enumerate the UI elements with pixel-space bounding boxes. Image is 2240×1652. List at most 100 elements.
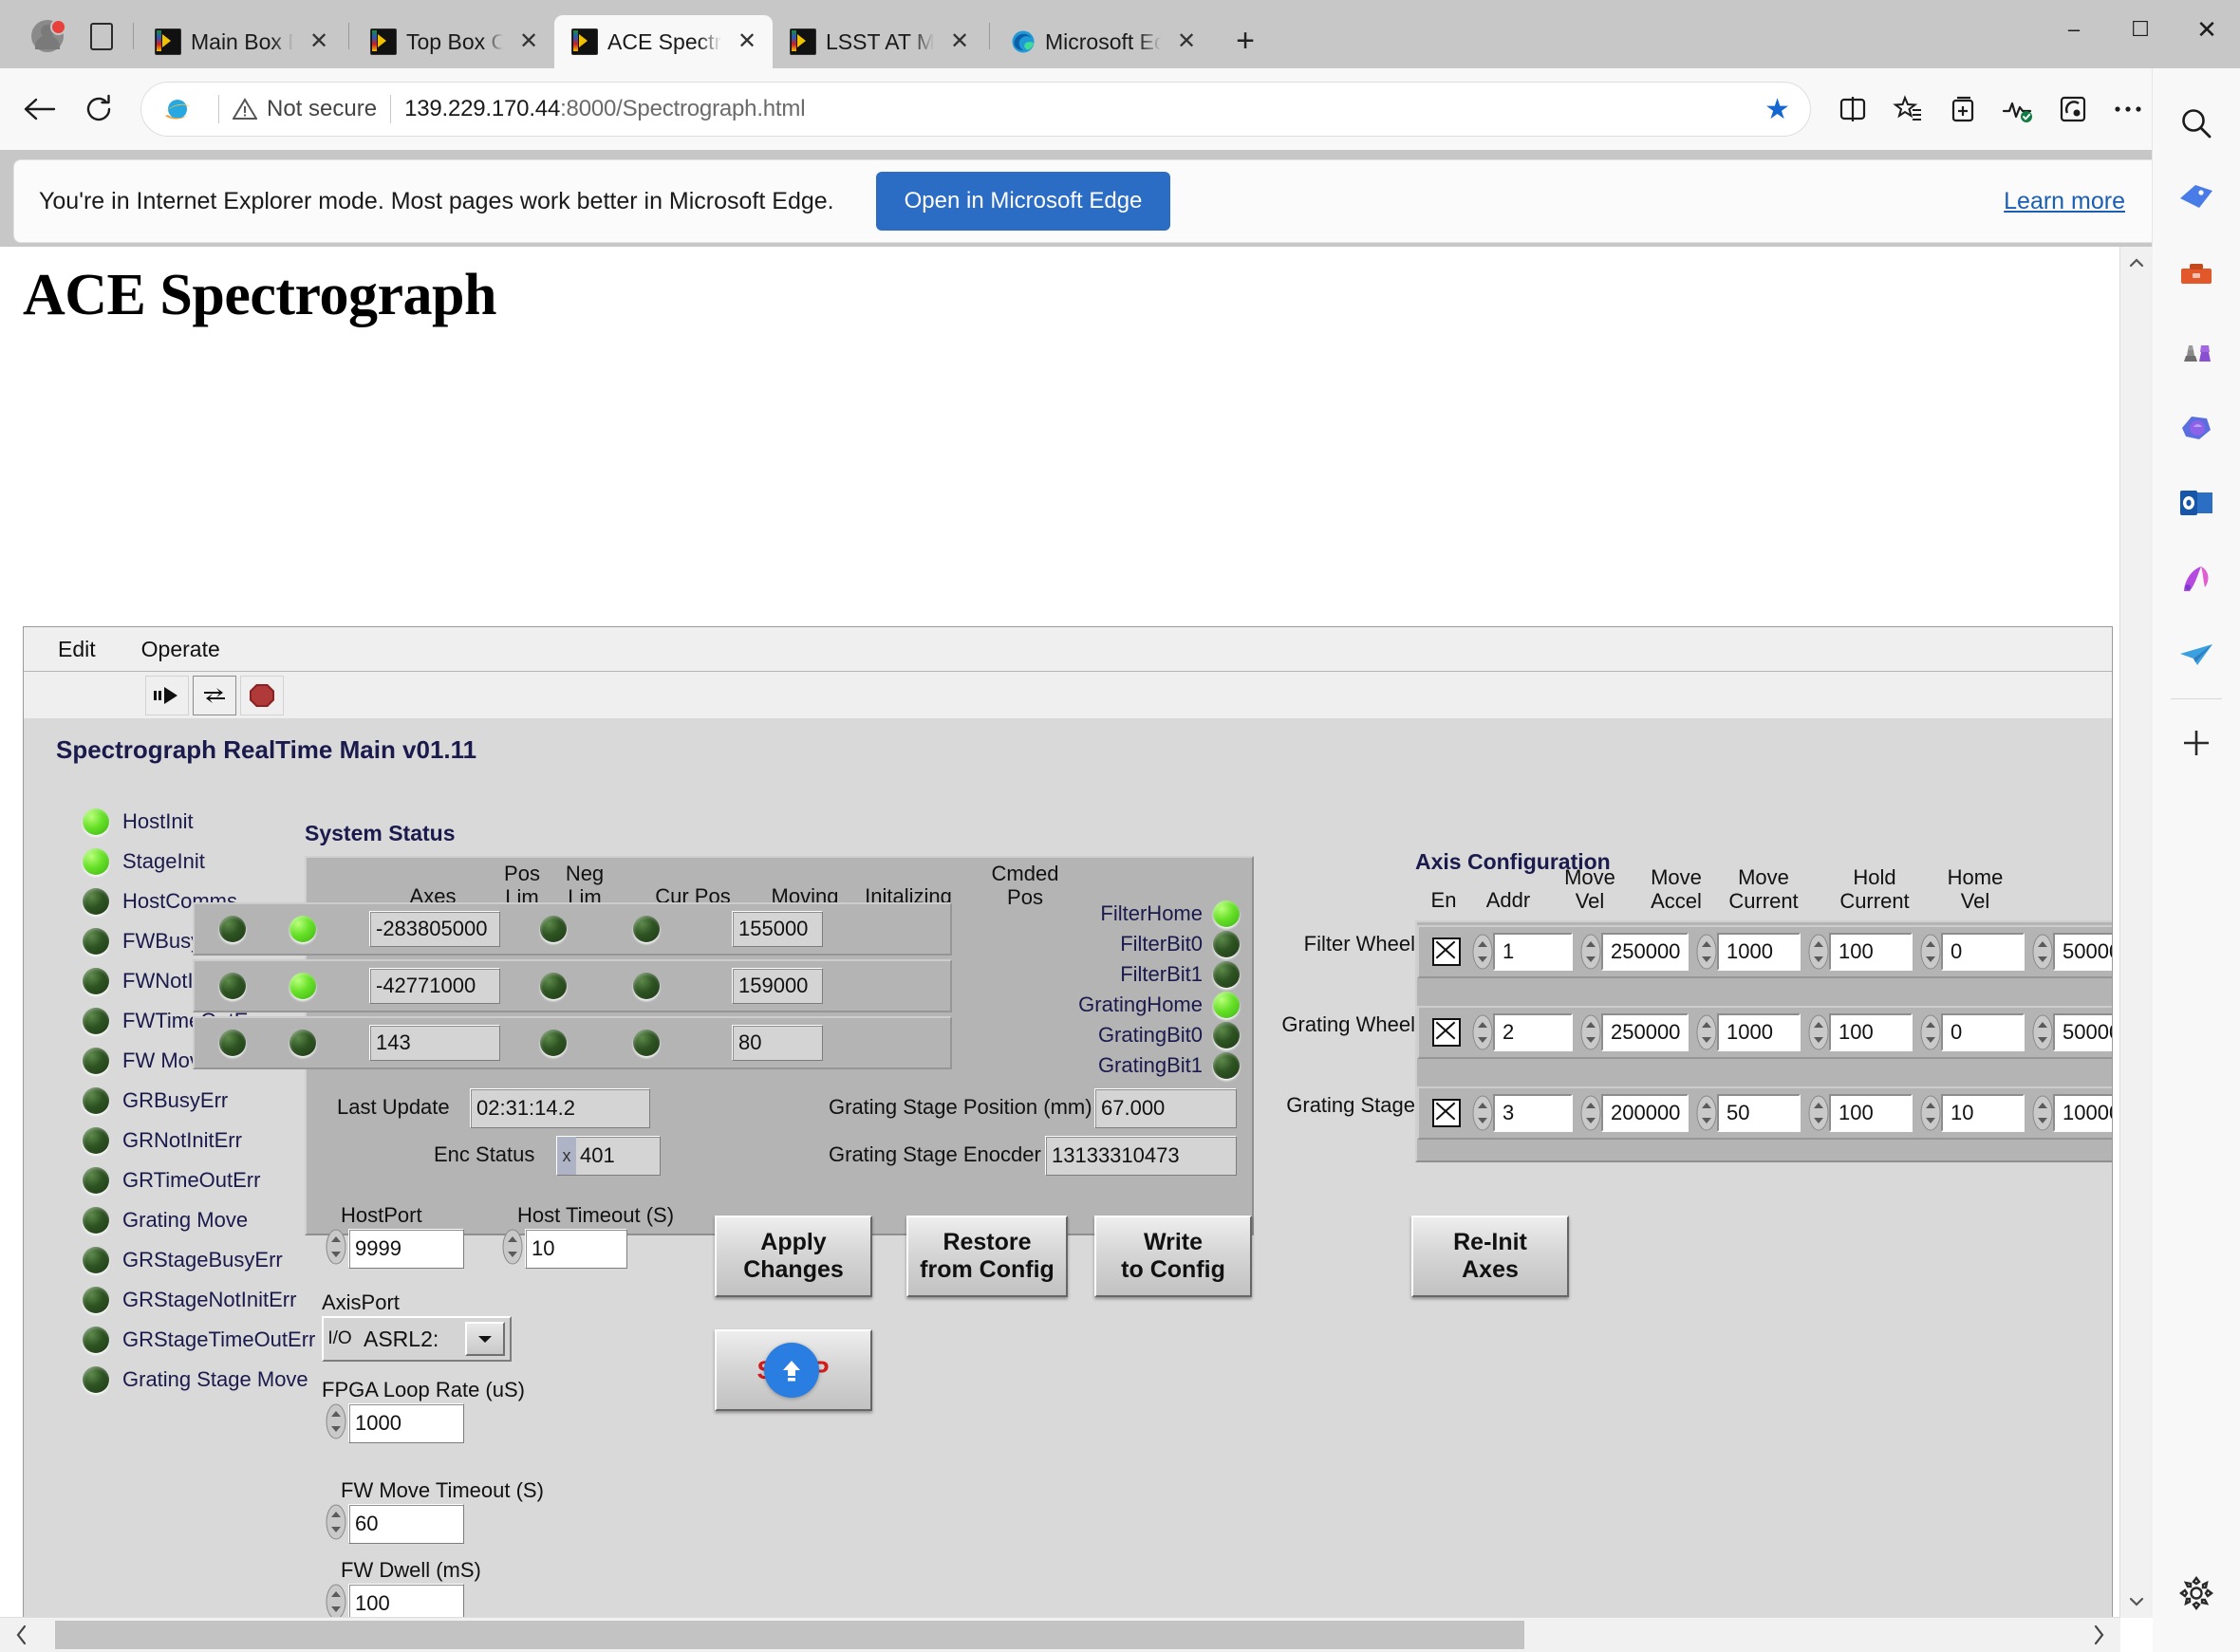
menu-edit[interactable]: Edit: [58, 637, 96, 662]
cur-pos-field[interactable]: -283805000: [369, 911, 500, 947]
page-horizontal-scrollbar[interactable]: [0, 1617, 2120, 1652]
page-vertical-scrollbar[interactable]: [2119, 247, 2153, 1618]
hold-current-spinner[interactable]: [1920, 1014, 1941, 1050]
refresh-icon[interactable]: [72, 83, 125, 136]
toolbox-icon[interactable]: [2153, 237, 2240, 313]
abort-icon[interactable]: [240, 676, 284, 715]
write-to-config-button[interactable]: Write to Config: [1094, 1216, 1252, 1297]
tab-top-box-control[interactable]: Top Box Control ✕: [353, 15, 554, 68]
move-vel-spinner[interactable]: [1580, 934, 1601, 970]
enable-checkbox[interactable]: [1432, 937, 1461, 966]
scroll-right-icon[interactable]: [2077, 1624, 2120, 1646]
hold-current-field[interactable]: 10: [1941, 1094, 2025, 1132]
run-icon[interactable]: [145, 676, 189, 715]
games-icon[interactable]: [2153, 313, 2240, 389]
host-timeout-spinner[interactable]: [502, 1229, 523, 1265]
chevron-down-icon[interactable]: [465, 1322, 505, 1356]
address-bar[interactable]: Not secure 139.229.170.44:8000/Spectrogr…: [140, 82, 1811, 137]
sidebar-settings-icon[interactable]: [2153, 1555, 2240, 1631]
host-port-field[interactable]: 9999: [348, 1229, 464, 1269]
run-continuously-icon[interactable]: [193, 676, 236, 715]
addr-spinner[interactable]: [1472, 1095, 1493, 1131]
hold-current-field[interactable]: 0: [1941, 1013, 2025, 1051]
new-tab-button[interactable]: +: [1222, 17, 1269, 65]
telegram-icon[interactable]: [2153, 617, 2240, 693]
tab-ace-spectrograph[interactable]: ACE Spectrograph ✕: [554, 15, 773, 68]
move-current-field[interactable]: 100: [1829, 933, 1913, 971]
fw-move-timeout-field[interactable]: 60: [348, 1504, 464, 1544]
home-vel-field[interactable]: 50000: [2053, 1013, 2112, 1051]
open-in-edge-button[interactable]: Open in Microsoft Edge: [876, 172, 1171, 231]
move-accel-field[interactable]: 50: [1717, 1094, 1801, 1132]
tab-close-icon[interactable]: ✕: [513, 26, 545, 58]
tag-icon[interactable]: [2153, 161, 2240, 237]
enable-checkbox[interactable]: [1432, 1099, 1461, 1127]
move-current-spinner[interactable]: [1808, 1014, 1829, 1050]
move-vel-spinner[interactable]: [1580, 1095, 1601, 1131]
back-icon[interactable]: [13, 83, 66, 136]
move-accel-spinner[interactable]: [1696, 934, 1717, 970]
outlook-icon[interactable]: [2153, 465, 2240, 541]
minimize-button[interactable]: –: [2041, 0, 2107, 59]
more-options-icon[interactable]: [2101, 83, 2155, 136]
split-screen-icon[interactable]: [1826, 83, 1879, 136]
addr-field[interactable]: 2: [1493, 1013, 1573, 1051]
browser-essentials-icon[interactable]: [1991, 83, 2044, 136]
tab-lsst-at-mcs[interactable]: LSST AT MCS ✕: [773, 15, 985, 68]
move-vel-field[interactable]: 250000: [1601, 1013, 1689, 1051]
move-accel-field[interactable]: 1000: [1717, 1013, 1801, 1051]
enable-checkbox[interactable]: [1432, 1018, 1461, 1047]
favorites-icon[interactable]: [1881, 83, 1934, 136]
scroll-track[interactable]: [44, 1618, 2077, 1652]
scroll-thumb[interactable]: [55, 1621, 1524, 1649]
profile-button[interactable]: [19, 8, 76, 65]
move-vel-field[interactable]: 200000: [1601, 1094, 1689, 1132]
cur-pos-field[interactable]: 143: [369, 1025, 500, 1061]
home-vel-spinner[interactable]: [2032, 934, 2053, 970]
move-current-field[interactable]: 100: [1829, 1094, 1913, 1132]
fpga-loop-rate-spinner[interactable]: [326, 1403, 346, 1439]
collections-icon[interactable]: [1936, 83, 1989, 136]
cmded-pos-field[interactable]: 159000: [732, 968, 823, 1004]
home-vel-field[interactable]: 50000: [2053, 933, 2112, 971]
search-icon[interactable]: [2153, 85, 2240, 161]
cur-pos-field[interactable]: -42771000: [369, 968, 500, 1004]
home-vel-field[interactable]: 100000: [2053, 1094, 2112, 1132]
restore-from-config-button[interactable]: Restore from Config: [906, 1216, 1068, 1297]
scroll-left-icon[interactable]: [0, 1624, 44, 1646]
move-vel-spinner[interactable]: [1580, 1014, 1601, 1050]
addr-field[interactable]: 3: [1493, 1094, 1573, 1132]
home-vel-spinner[interactable]: [2032, 1014, 2053, 1050]
move-accel-field[interactable]: 1000: [1717, 933, 1801, 971]
designer-icon[interactable]: [2153, 541, 2240, 617]
maximize-button[interactable]: ☐: [2107, 0, 2174, 59]
tab-close-icon[interactable]: ✕: [943, 26, 976, 58]
fw-dwell-field[interactable]: 100: [348, 1584, 464, 1617]
tab-close-icon[interactable]: ✕: [1170, 26, 1203, 58]
favorite-star-icon[interactable]: ★: [1764, 93, 1790, 126]
copilot-icon[interactable]: [2153, 389, 2240, 465]
apply-changes-button[interactable]: Apply Changes: [715, 1216, 872, 1297]
add-sidebar-app-icon[interactable]: [2153, 705, 2240, 781]
fpga-loop-rate-field[interactable]: 1000: [348, 1403, 464, 1443]
tab-microsoft-edge[interactable]: Microsoft Edge | Wha ✕: [994, 15, 1212, 68]
fw-dwell-spinner[interactable]: [326, 1584, 346, 1617]
scroll-up-icon[interactable]: [2120, 247, 2153, 279]
scroll-down-icon[interactable]: [2120, 1586, 2153, 1618]
tab-close-icon[interactable]: ✕: [303, 26, 335, 58]
hold-current-field[interactable]: 0: [1941, 933, 2025, 971]
fw-move-timeout-spinner[interactable]: [326, 1504, 346, 1540]
hold-current-spinner[interactable]: [1920, 1095, 1941, 1131]
move-current-field[interactable]: 100: [1829, 1013, 1913, 1051]
hold-current-spinner[interactable]: [1920, 934, 1941, 970]
move-accel-spinner[interactable]: [1696, 1014, 1717, 1050]
addr-spinner[interactable]: [1472, 1014, 1493, 1050]
re-init-axes-button[interactable]: Re-Init Axes: [1411, 1216, 1569, 1297]
addr-spinner[interactable]: [1472, 934, 1493, 970]
move-current-spinner[interactable]: [1808, 934, 1829, 970]
close-window-button[interactable]: ✕: [2174, 0, 2240, 59]
tab-actions-button[interactable]: [80, 8, 123, 65]
learn-more-link[interactable]: Learn more: [2004, 188, 2125, 215]
move-current-spinner[interactable]: [1808, 1095, 1829, 1131]
host-timeout-field[interactable]: 10: [525, 1229, 627, 1269]
